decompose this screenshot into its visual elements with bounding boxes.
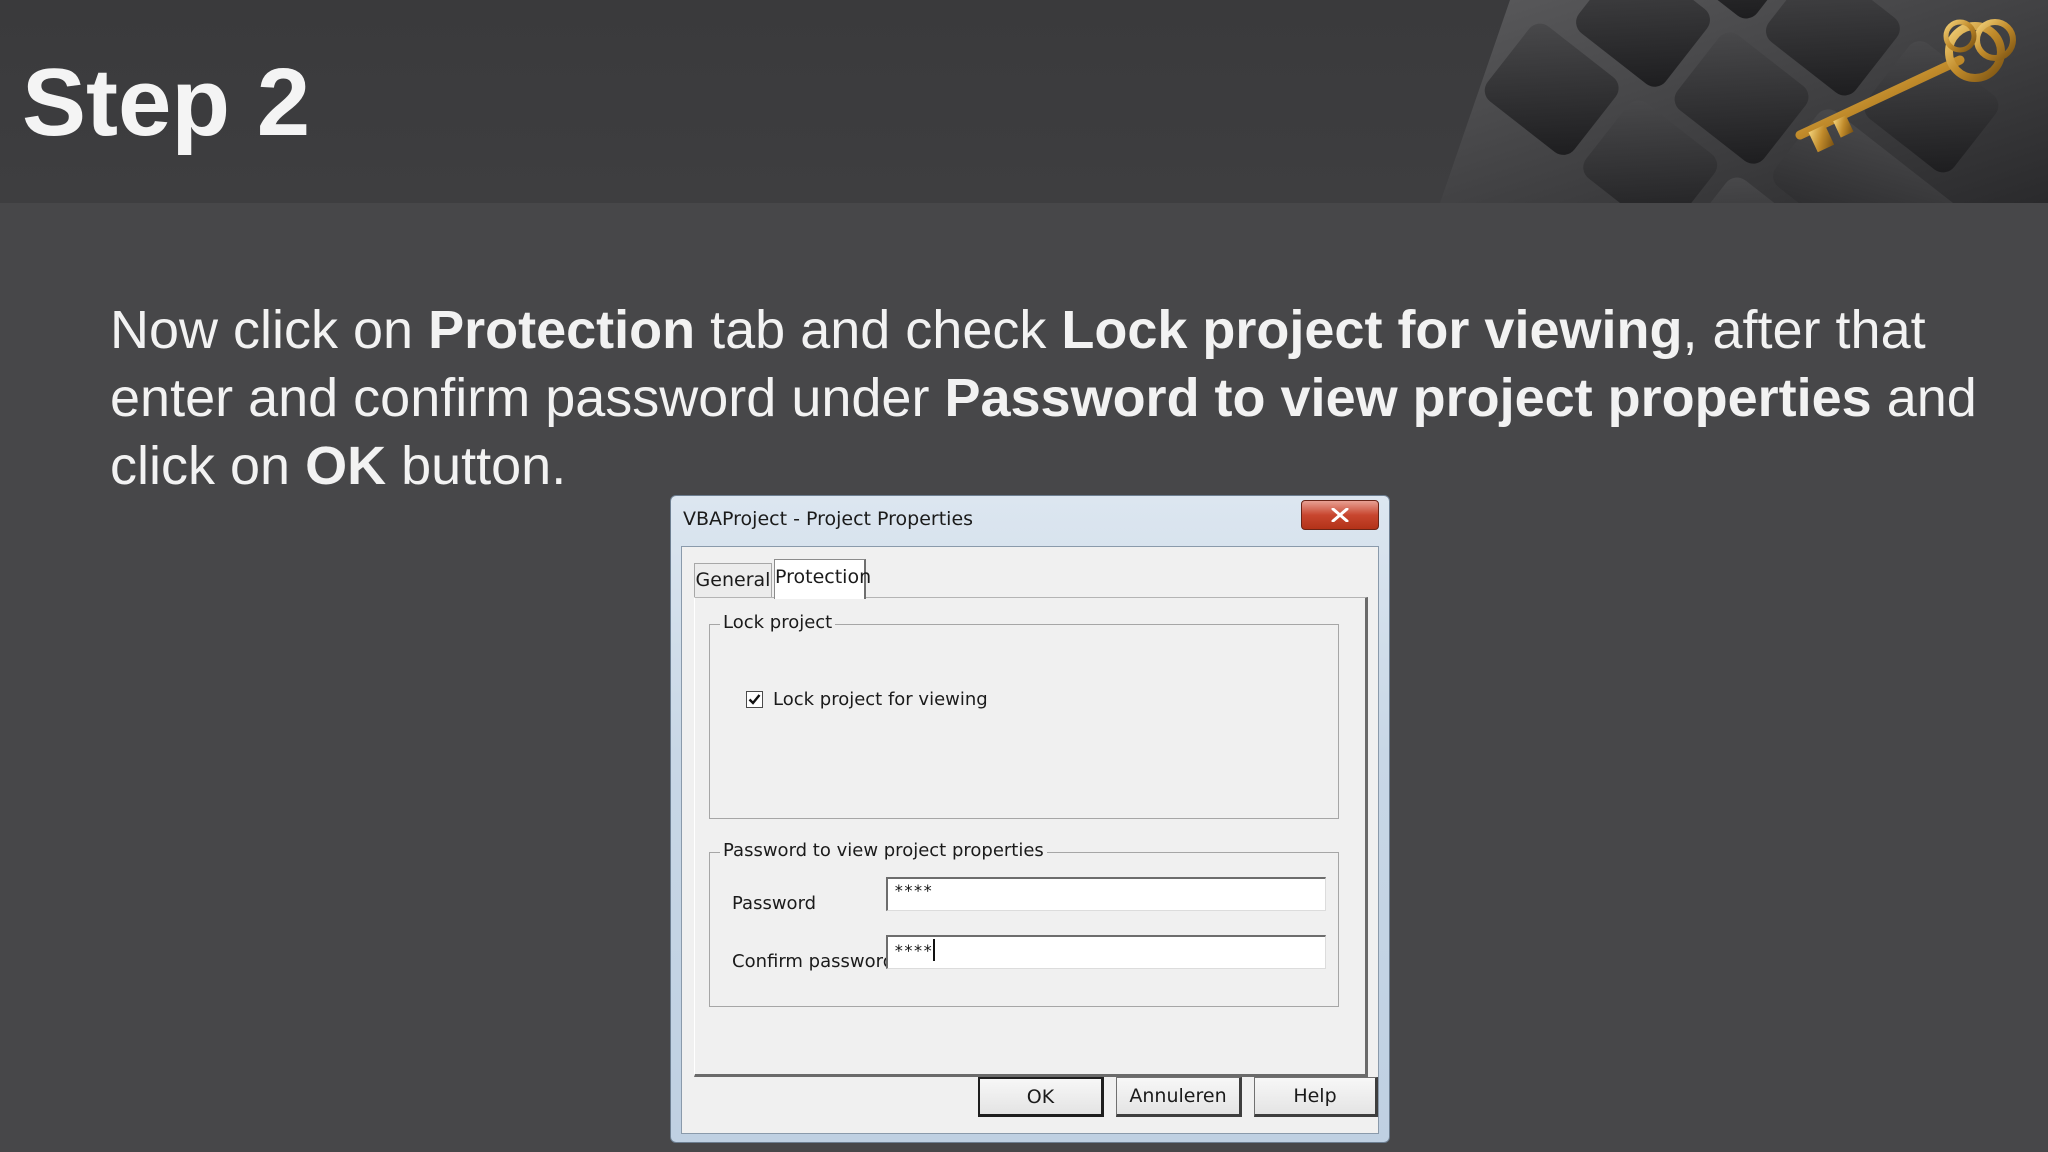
dialog-client-area: General Lock project Lock project for vi… [681, 546, 1379, 1134]
password-group: Password to view project properties Pass… [709, 840, 1339, 1007]
lock-project-checkbox[interactable] [746, 691, 763, 708]
dialog-title: VBAProject - Project Properties [683, 508, 974, 530]
password-field-value: **** [894, 881, 933, 900]
cancel-button[interactable]: Annuleren [1116, 1077, 1242, 1117]
confirm-password-field[interactable]: **** [886, 935, 1326, 969]
instruction-segment: Now click on [110, 300, 429, 360]
instruction-segment: button. [386, 436, 567, 496]
project-properties-dialog: VBAProject - Project Properties General … [670, 495, 1390, 1143]
lock-project-checkbox-label: Lock project for viewing [773, 689, 988, 710]
lock-project-checkbox-row[interactable]: Lock project for viewing [746, 689, 988, 710]
tab-general[interactable]: General [694, 563, 772, 597]
password-field[interactable]: **** [886, 877, 1326, 911]
keyboard-key-image [1440, 0, 2048, 203]
instruction-segment: Lock project for viewing [1061, 300, 1683, 360]
close-button[interactable] [1301, 500, 1379, 530]
lock-project-group: Lock project Lock project for viewing [709, 612, 1339, 819]
password-label: Password [732, 893, 817, 914]
lock-project-legend: Lock project [720, 612, 836, 633]
slide-title: Step 2 [22, 49, 311, 156]
instruction-segment: Protection [428, 300, 696, 360]
confirm-password-value: **** [894, 941, 933, 960]
instruction-segment: OK [305, 436, 387, 496]
instruction-segment: Password to view project properties [944, 368, 1872, 428]
checkmark-icon [748, 694, 761, 705]
protection-tab-panel: Lock project Lock project for viewing Pa… [694, 597, 1368, 1077]
instruction-text: Now click on Protection tab and check Lo… [110, 296, 1990, 500]
help-button[interactable]: Help [1254, 1077, 1378, 1117]
instruction-segment: tab and check [695, 300, 1062, 360]
tab-protection[interactable]: Protection [774, 559, 871, 599]
confirm-password-label: Confirm password [732, 951, 895, 972]
text-caret [932, 939, 935, 961]
close-icon [1331, 508, 1349, 522]
password-group-legend: Password to view project properties [720, 840, 1047, 861]
ok-button[interactable]: OK [978, 1077, 1104, 1117]
